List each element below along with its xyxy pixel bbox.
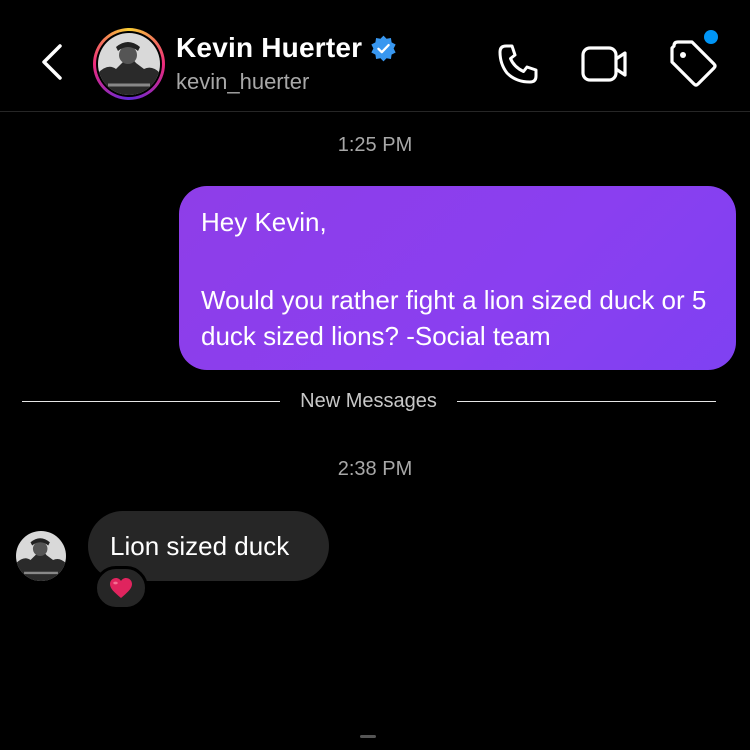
message-timestamp: 1:25 PM: [337, 134, 413, 156]
back-button[interactable]: [34, 40, 68, 84]
sender-avatar[interactable]: [16, 531, 66, 581]
contact-name: Kevin Huerter: [176, 32, 363, 63]
tag-icon: [670, 40, 717, 87]
heart-icon: [110, 578, 132, 598]
chat-header: Kevin Huerter kevin_huerter: [0, 0, 750, 112]
audio-call-button[interactable]: [496, 42, 540, 86]
divider-line: [457, 401, 716, 402]
contact-username[interactable]: kevin_huerter: [176, 69, 309, 95]
verified-badge-icon: [371, 35, 396, 61]
profile-avatar[interactable]: [93, 28, 165, 100]
back-icon: [42, 44, 62, 80]
message-timestamp: 2:38 PM: [337, 458, 413, 480]
label-tag-button[interactable]: [666, 40, 718, 88]
divider-line: [22, 401, 280, 402]
contact-name-row[interactable]: Kevin Huerter: [176, 32, 397, 64]
heart-reaction[interactable]: [94, 566, 148, 610]
video-call-button[interactable]: [580, 44, 630, 84]
phone-icon: [498, 44, 538, 84]
message-text: Lion sized duck: [110, 530, 290, 561]
new-messages-divider: New Messages: [22, 388, 716, 416]
notification-dot: [704, 30, 718, 44]
avatar-photo: [98, 33, 160, 95]
message-text: Would you rather fight a lion sized duck…: [201, 285, 707, 351]
outgoing-message-bubble[interactable]: Hey Kevin, Would you rather fight a lion…: [179, 186, 736, 370]
home-indicator: [360, 735, 376, 738]
video-camera-icon: [581, 46, 627, 82]
message-text: Hey Kevin,: [201, 207, 327, 237]
divider-label: New Messages: [300, 390, 437, 412]
